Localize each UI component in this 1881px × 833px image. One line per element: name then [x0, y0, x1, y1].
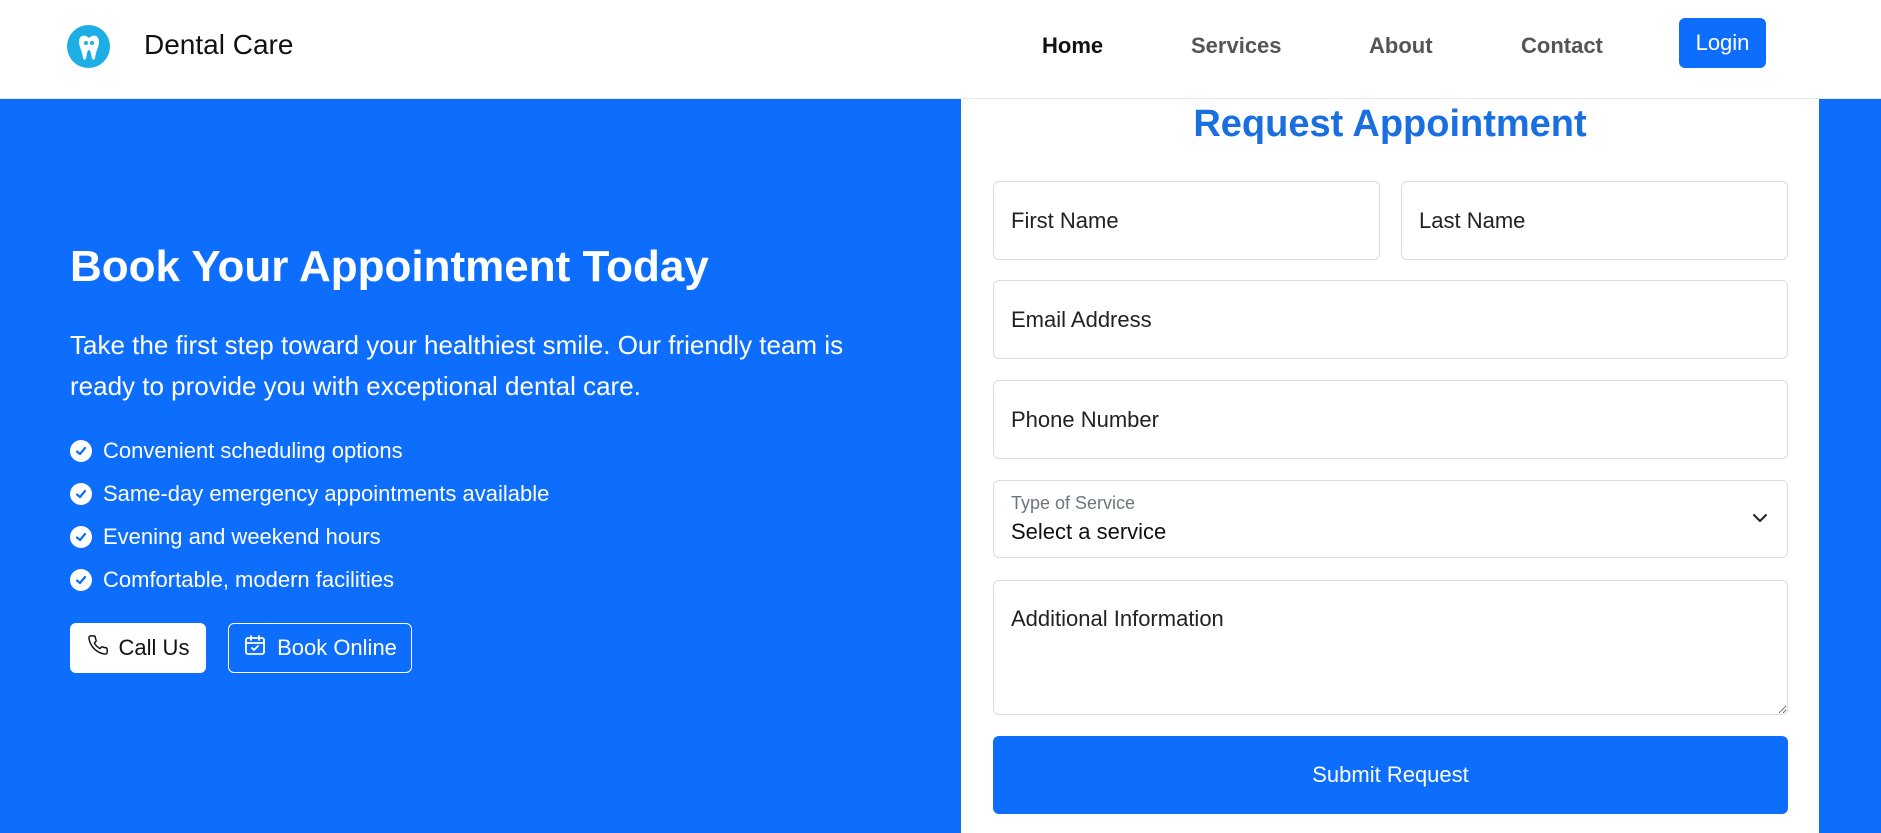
check-circle-icon — [70, 482, 92, 505]
service-type-label: Type of Service — [1011, 493, 1136, 513]
hero-title: Book Your Appointment Today — [70, 242, 709, 291]
form-title: Request Appointment — [1193, 103, 1587, 145]
last-name-input[interactable] — [1401, 181, 1788, 260]
service-type-value: Select a service — [1011, 519, 1167, 544]
call-us-button[interactable]: Call Us — [70, 623, 206, 673]
submit-request-button[interactable]: Submit Request — [993, 736, 1788, 814]
brand-name[interactable]: Dental Care — [144, 29, 293, 61]
email-input[interactable] — [993, 280, 1788, 359]
call-us-label: Call Us — [118, 635, 190, 660]
service-type-select[interactable]: Type of Service Select a service — [993, 480, 1788, 558]
feature-item: Convenient scheduling options — [70, 429, 549, 472]
book-online-button[interactable]: Book Online — [228, 623, 412, 673]
appointment-form-card: Request Appointment Type of Service Sele… — [961, 99, 1819, 833]
nav-services[interactable]: Services — [1191, 33, 1282, 59]
feature-text: Evening and weekend hours — [103, 523, 381, 549]
additional-info-textarea[interactable] — [993, 580, 1788, 715]
check-circle-icon — [70, 568, 92, 591]
phone-input[interactable] — [993, 380, 1788, 459]
feature-text: Convenient scheduling options — [103, 437, 403, 463]
login-button[interactable]: Login — [1679, 18, 1766, 68]
feature-item: Evening and weekend hours — [70, 515, 549, 558]
phone-icon — [87, 634, 109, 662]
nav-home[interactable]: Home — [1042, 33, 1103, 59]
chevron-down-icon — [1751, 509, 1769, 532]
check-circle-icon — [70, 525, 92, 548]
nav-contact[interactable]: Contact — [1521, 33, 1603, 59]
feature-list: Convenient scheduling options Same-day e… — [70, 429, 549, 601]
feature-item: Comfortable, modern facilities — [70, 558, 549, 601]
feature-item: Same-day emergency appointments availabl… — [70, 472, 549, 515]
calendar-check-icon — [243, 633, 267, 663]
feature-text: Same-day emergency appointments availabl… — [103, 480, 550, 506]
site-header: Dental Care Home Services About Contact … — [0, 0, 1881, 99]
tooth-icon[interactable] — [67, 25, 110, 68]
first-name-input[interactable] — [993, 181, 1380, 260]
hero-description: Take the first step toward your healthie… — [70, 330, 844, 401]
feature-text: Comfortable, modern facilities — [103, 566, 395, 592]
nav-about[interactable]: About — [1369, 33, 1433, 59]
book-online-label: Book Online — [277, 635, 397, 660]
check-circle-icon — [70, 439, 92, 462]
